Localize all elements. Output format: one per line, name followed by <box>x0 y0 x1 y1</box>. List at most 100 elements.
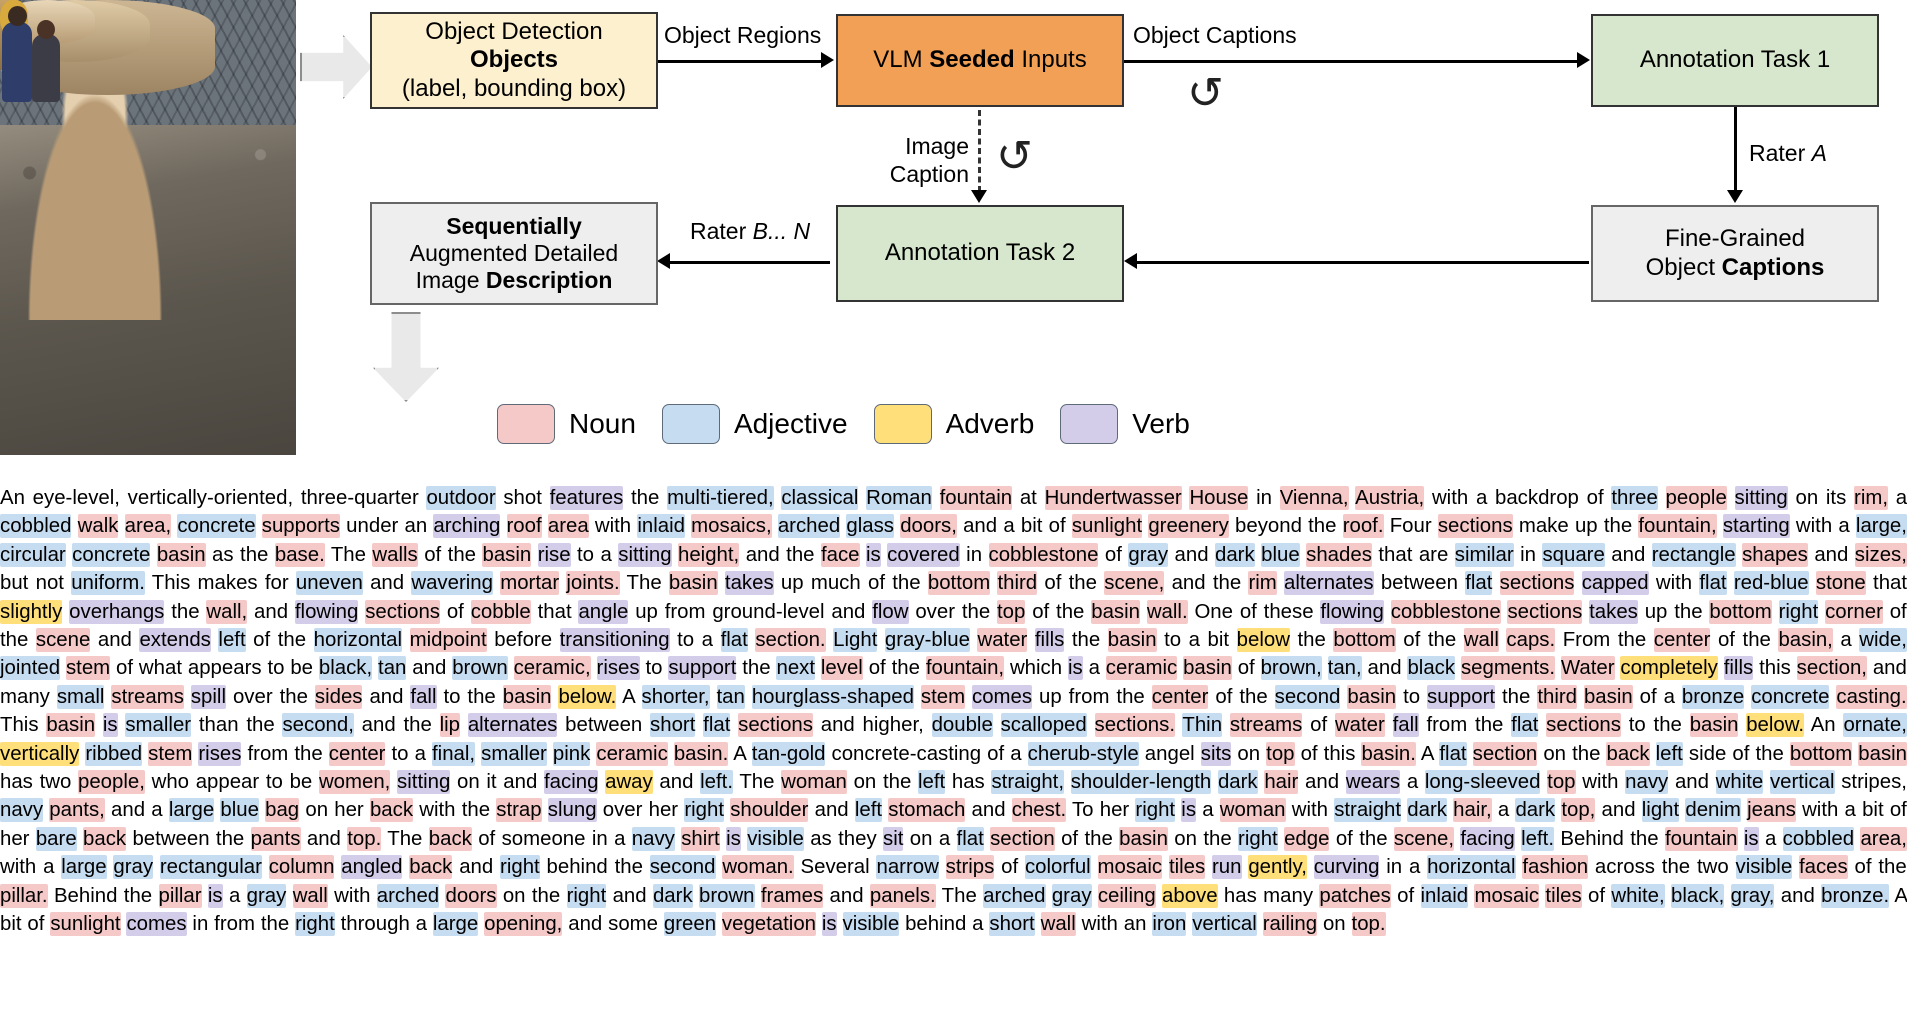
pos-token-v: is <box>1067 656 1083 681</box>
pos-token-n: people, <box>78 770 145 795</box>
pos-token-d: slightly <box>0 599 63 624</box>
pos-token-n: sections <box>365 599 441 624</box>
pos-token-a: dark <box>1217 770 1258 795</box>
pos-token-a: smaller <box>481 741 547 766</box>
legend-label-adjective: Adjective <box>733 408 848 439</box>
box-object-detection-line2: Objects <box>469 46 559 74</box>
pos-token-v: wears <box>1345 770 1401 795</box>
pos-token-a: navy <box>631 826 675 851</box>
pos-token-n: back <box>369 798 414 823</box>
pos-token-a: right <box>1238 826 1278 851</box>
pos-token-a: Roman <box>866 486 932 510</box>
pos-token-a: large <box>168 798 215 823</box>
pos-token-a: gray <box>1128 542 1169 567</box>
pos-token-n: sections. <box>1094 713 1175 738</box>
box-fine-grained-object-captions[interactable]: Fine-Grained Object Captions <box>1591 205 1879 302</box>
pos-token-n: basin <box>1583 684 1633 709</box>
pos-token-v: angled <box>341 855 403 880</box>
pos-token-n: bottom <box>927 571 991 596</box>
pos-token-n: basin <box>1119 826 1168 851</box>
pos-token-n: roof. <box>1342 514 1384 539</box>
pos-token-n: third <box>1537 684 1577 709</box>
pos-token-v: features <box>549 486 624 510</box>
pos-token-a: outdoor <box>426 486 496 510</box>
pos-token-a: uneven <box>295 571 363 596</box>
pos-token-a: narrow <box>876 855 939 880</box>
pos-token-a: short <box>650 713 696 738</box>
pos-token-v: takes <box>724 571 774 596</box>
pos-token-n: people <box>1665 486 1727 510</box>
pos-token-a: flat <box>956 826 984 851</box>
legend-item-verb[interactable]: Verb <box>1060 404 1190 444</box>
pos-token-a: right <box>1778 599 1819 624</box>
pos-token-n: basin <box>1183 656 1232 681</box>
arrow-image-caption-icon <box>971 190 987 203</box>
pos-token-a: right <box>566 883 607 908</box>
pos-token-n: height, <box>678 542 740 567</box>
pos-token-a: small <box>56 684 105 709</box>
legend-item-adjective[interactable]: Adjective <box>661 404 848 444</box>
pos-token-a: straight, <box>991 770 1064 795</box>
legend-item-noun[interactable]: Noun <box>497 404 636 444</box>
pos-token-v: arching <box>433 514 501 539</box>
pos-token-a: gray <box>1051 883 1092 908</box>
pos-token-a: Thin <box>1182 713 1223 738</box>
pos-token-a: short <box>989 912 1035 937</box>
pos-token-a: tan <box>716 684 745 709</box>
pos-token-v: capped <box>1581 571 1649 596</box>
legend-label-noun: Noun <box>569 408 636 439</box>
pos-token-n: Water <box>1560 656 1615 681</box>
pos-token-n: rim, <box>1854 486 1889 510</box>
pos-token-n: opening, <box>484 912 563 937</box>
box-annotation-task-2[interactable]: Annotation Task 2 <box>836 205 1124 302</box>
legend-item-adverb[interactable]: Adverb <box>873 404 1035 444</box>
pos-token-a: second <box>649 855 716 880</box>
box-vlm-seeded-inputs[interactable]: VLM Seeded Inputs <box>836 14 1124 107</box>
pos-token-a: colorful <box>1024 855 1091 880</box>
pos-token-a: brown <box>698 883 755 908</box>
pos-token-a: jointed <box>0 656 61 681</box>
pos-token-n: stomach <box>888 798 966 823</box>
box-annotation-task-1[interactable]: Annotation Task 1 <box>1591 14 1879 107</box>
pos-token-n: tiles <box>1168 855 1206 880</box>
pos-token-a: gray <box>246 883 287 908</box>
pos-token-n: mosaic <box>1474 883 1540 908</box>
pos-token-v: sits <box>1200 741 1232 766</box>
pos-token-v: is <box>102 713 118 738</box>
pos-token-n: sunlight <box>1071 514 1143 539</box>
pos-legend: Noun Adjective Adverb Verb <box>497 404 1216 444</box>
pos-token-v: starting <box>1722 514 1790 539</box>
edge-vlm-to-task1 <box>1124 60 1578 63</box>
pos-token-d: below <box>1236 628 1290 653</box>
pos-token-a: gray, <box>1730 883 1775 908</box>
pos-token-n: bottom <box>1333 628 1396 653</box>
box-object-detection[interactable]: Object Detection Objects (label, boundin… <box>370 12 658 109</box>
pos-token-n: bottom <box>1709 599 1772 624</box>
pos-token-n: face <box>820 542 860 567</box>
pos-token-a: rectangle <box>1651 542 1736 567</box>
pos-token-a: ribbed <box>85 741 143 766</box>
pos-token-a: double <box>931 713 993 738</box>
box-sequentially-augmented-description[interactable]: Sequentially Augmented Detailed Image De… <box>370 202 658 305</box>
pos-token-n: Austria, <box>1355 486 1425 510</box>
pos-token-a: large, <box>1855 514 1907 539</box>
legend-swatch-verb <box>1060 404 1119 444</box>
edge-fine-to-task2 <box>1131 261 1589 264</box>
pos-token-n: column <box>268 855 335 880</box>
pos-token-a: light <box>1641 798 1680 823</box>
pos-token-n: corner <box>1825 599 1883 624</box>
pos-token-n: women, <box>318 770 391 795</box>
pos-token-a: black, <box>1671 883 1725 908</box>
pos-token-n: sections <box>1499 571 1575 596</box>
pos-token-v: is <box>1743 826 1759 851</box>
pos-token-n: scene, <box>1393 826 1454 851</box>
pos-token-d: below. <box>1746 713 1805 738</box>
pos-token-v: comes <box>126 912 187 937</box>
pos-token-n: mosaics, <box>691 514 772 539</box>
pos-token-n: basin <box>1858 741 1907 766</box>
pos-token-n: cobblestone <box>1390 599 1501 624</box>
pos-token-a: brown <box>452 656 508 681</box>
pos-token-a: left <box>1655 741 1683 766</box>
box-object-detection-line3: (label, bounding box) <box>401 74 627 102</box>
legend-label-adverb: Adverb <box>945 408 1035 439</box>
